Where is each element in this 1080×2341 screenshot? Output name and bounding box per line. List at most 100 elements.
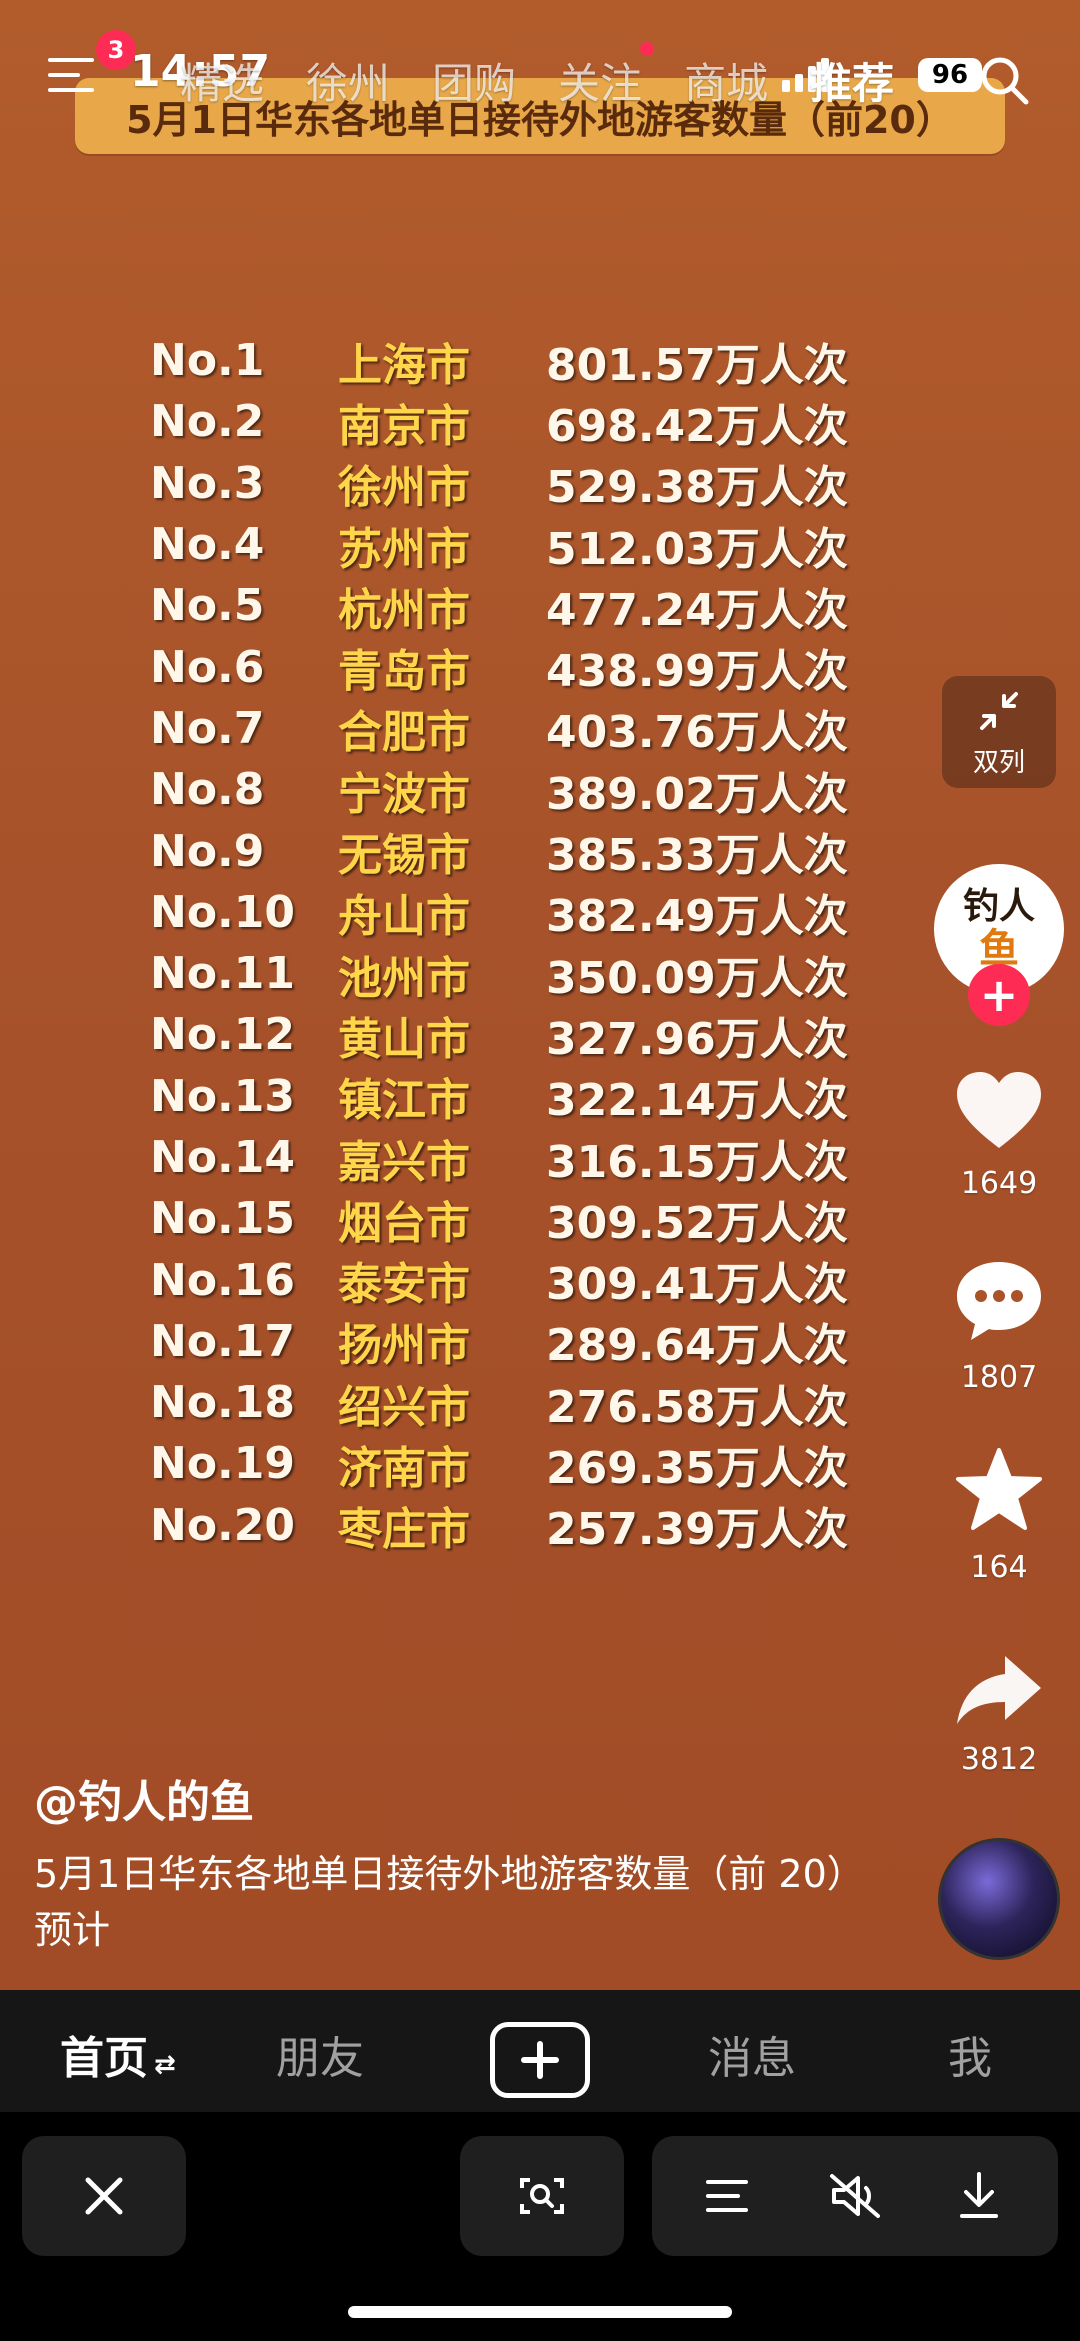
rank-value: 389.02万人次: [546, 768, 848, 820]
home-indicator[interactable]: [348, 2306, 732, 2318]
top-tab-2[interactable]: 团购: [432, 50, 516, 111]
tab-home[interactable]: 首页 ⇄: [60, 2022, 176, 2086]
rank-number: No.13: [150, 1070, 295, 1122]
rank-number: No.19: [150, 1438, 295, 1490]
rank-number: No.1: [150, 335, 265, 387]
rank-value: 512.03万人次: [546, 523, 848, 575]
mute-icon[interactable]: [828, 2172, 882, 2220]
ranking-row: No.4 苏州市 512.03万人次: [150, 514, 870, 575]
rank-number: No.5: [150, 580, 265, 632]
dual-column-button[interactable]: 双列: [942, 676, 1056, 788]
tab-messages[interactable]: 消息: [708, 2022, 796, 2086]
top-tab-3[interactable]: 关注: [558, 42, 655, 111]
rank-city: 青岛市: [338, 646, 470, 698]
rank-city: 无锡市: [338, 830, 470, 882]
ranking-row: No.11 池州市 350.09万人次: [150, 943, 870, 1004]
create-button[interactable]: [490, 2022, 590, 2098]
rank-value: 327.96万人次: [546, 1013, 848, 1065]
top-tab-5[interactable]: 推荐: [810, 50, 894, 111]
rank-number: No.11: [150, 948, 295, 1000]
rank-number: No.10: [150, 886, 295, 938]
share-count: 3812: [960, 1742, 1038, 1777]
ranking-row: No.16 泰安市 309.41万人次: [150, 1249, 870, 1311]
top-tab-label: 关注: [558, 59, 643, 108]
scan-button[interactable]: [460, 2136, 624, 2256]
top-tab-0[interactable]: 精选: [180, 50, 264, 111]
ranking-row: No.6 青岛市 438.99万人次: [150, 636, 870, 698]
ranking-row: No.2 南京市 698.42万人次: [150, 391, 870, 452]
top-tab-label: 精选: [180, 59, 265, 108]
rank-value: 316.15万人次: [546, 1136, 848, 1188]
comment-icon: [957, 1262, 1041, 1340]
rank-city: 嘉兴市: [338, 1136, 470, 1188]
rank-number: No.8: [150, 764, 265, 816]
top-tab-4[interactable]: 商城: [684, 50, 768, 111]
rank-value: 322.14万人次: [546, 1075, 848, 1127]
follow-button[interactable]: +: [968, 964, 1030, 1026]
top-tab-label: 商城: [684, 59, 769, 108]
top-tab-1[interactable]: 徐州: [306, 50, 390, 111]
rank-value: 309.52万人次: [546, 1197, 848, 1249]
share-arrow-icon: [957, 1656, 1041, 1724]
rank-value: 257.39万人次: [546, 1504, 848, 1556]
rank-city: 扬州市: [338, 1320, 470, 1372]
rank-value: 350.09万人次: [546, 952, 848, 1004]
rank-value: 403.76万人次: [546, 707, 848, 759]
rank-value: 385.33万人次: [546, 830, 848, 882]
battery-icon: 96: [918, 58, 982, 92]
ranking-row: No.3 徐州市 529.38万人次: [150, 453, 870, 514]
close-button[interactable]: [22, 2136, 186, 2256]
ranking-row: No.20 枣庄市 257.39万人次: [150, 1495, 870, 1556]
rank-city: 合肥市: [338, 707, 470, 759]
ranking-row: No.10 舟山市 382.49万人次: [150, 882, 870, 943]
heart-icon: [957, 1072, 1041, 1148]
tab-friends[interactable]: 朋友: [276, 2022, 364, 2086]
download-icon[interactable]: [954, 2170, 1004, 2222]
rank-value: 309.41万人次: [546, 1259, 848, 1311]
video-frame[interactable]: 5月1日华东各地单日接待外地游客数量（前20） No.1 上海市 801.57万人次…: [0, 0, 1080, 1990]
top-tab-label: 徐州: [306, 59, 391, 108]
search-icon[interactable]: [976, 52, 1032, 108]
rank-city: 徐州市: [338, 462, 470, 514]
rank-number: No.18: [150, 1377, 295, 1429]
author-name[interactable]: @钓人的鱼: [34, 1766, 254, 1830]
rank-value: 477.24万人次: [546, 584, 848, 636]
favorite-count: 164: [970, 1550, 1028, 1585]
top-tabs: 精选 徐州 团购 关注 商城 推荐: [180, 42, 894, 111]
rank-city: 苏州市: [338, 523, 470, 575]
ranking-row: No.5 杭州市 477.24万人次: [150, 575, 870, 636]
music-disc-icon[interactable]: [938, 1838, 1060, 1960]
ranking-row: No.15 烟台市 309.52万人次: [150, 1188, 870, 1249]
rank-number: No.20: [150, 1499, 295, 1551]
top-tab-label: 推荐: [810, 59, 895, 108]
ranking-row: No.13 镇江市 322.14万人次: [150, 1066, 870, 1127]
comment-button[interactable]: 1807: [944, 1256, 1054, 1395]
ranking-table: No.1 上海市 801.57万人次 No.2 南京市 698.42万人次 No.3 徐州市 5…: [150, 330, 870, 1556]
video-description[interactable]: 5月1日华东各地单日接待外地游客数量（前 20）预计: [34, 1846, 894, 1958]
ranking-row: No.9 无锡市 385.33万人次: [150, 820, 870, 882]
rank-city: 烟台市: [338, 1197, 470, 1249]
rank-number: No.4: [150, 519, 265, 571]
rank-city: 泰安市: [338, 1259, 470, 1311]
list-icon[interactable]: [702, 2174, 752, 2218]
share-button[interactable]: 3812: [944, 1652, 1054, 1777]
tab-home-label: 首页: [60, 2033, 148, 2084]
new-content-dot: [640, 42, 655, 56]
battery-level: 96: [931, 60, 969, 90]
rank-city: 枣庄市: [338, 1504, 470, 1556]
tab-me[interactable]: 我: [948, 2022, 992, 2086]
rank-number: No.16: [150, 1254, 295, 1306]
rank-number: No.15: [150, 1193, 295, 1245]
like-button[interactable]: 1649: [944, 1068, 1054, 1201]
dual-column-label: 双列: [972, 747, 1025, 778]
like-count: 1649: [960, 1166, 1038, 1201]
rank-number: No.2: [150, 396, 265, 448]
favorite-button[interactable]: 164: [944, 1446, 1054, 1585]
rank-number: No.12: [150, 1009, 295, 1061]
avatar-text-top: 钓人: [962, 886, 1035, 927]
rank-value: 289.64万人次: [546, 1320, 848, 1372]
menu-icon[interactable]: [48, 58, 94, 98]
rank-city: 舟山市: [338, 891, 470, 943]
rank-city: 宁波市: [338, 768, 470, 820]
ranking-row: No.1 上海市 801.57万人次: [150, 330, 870, 391]
